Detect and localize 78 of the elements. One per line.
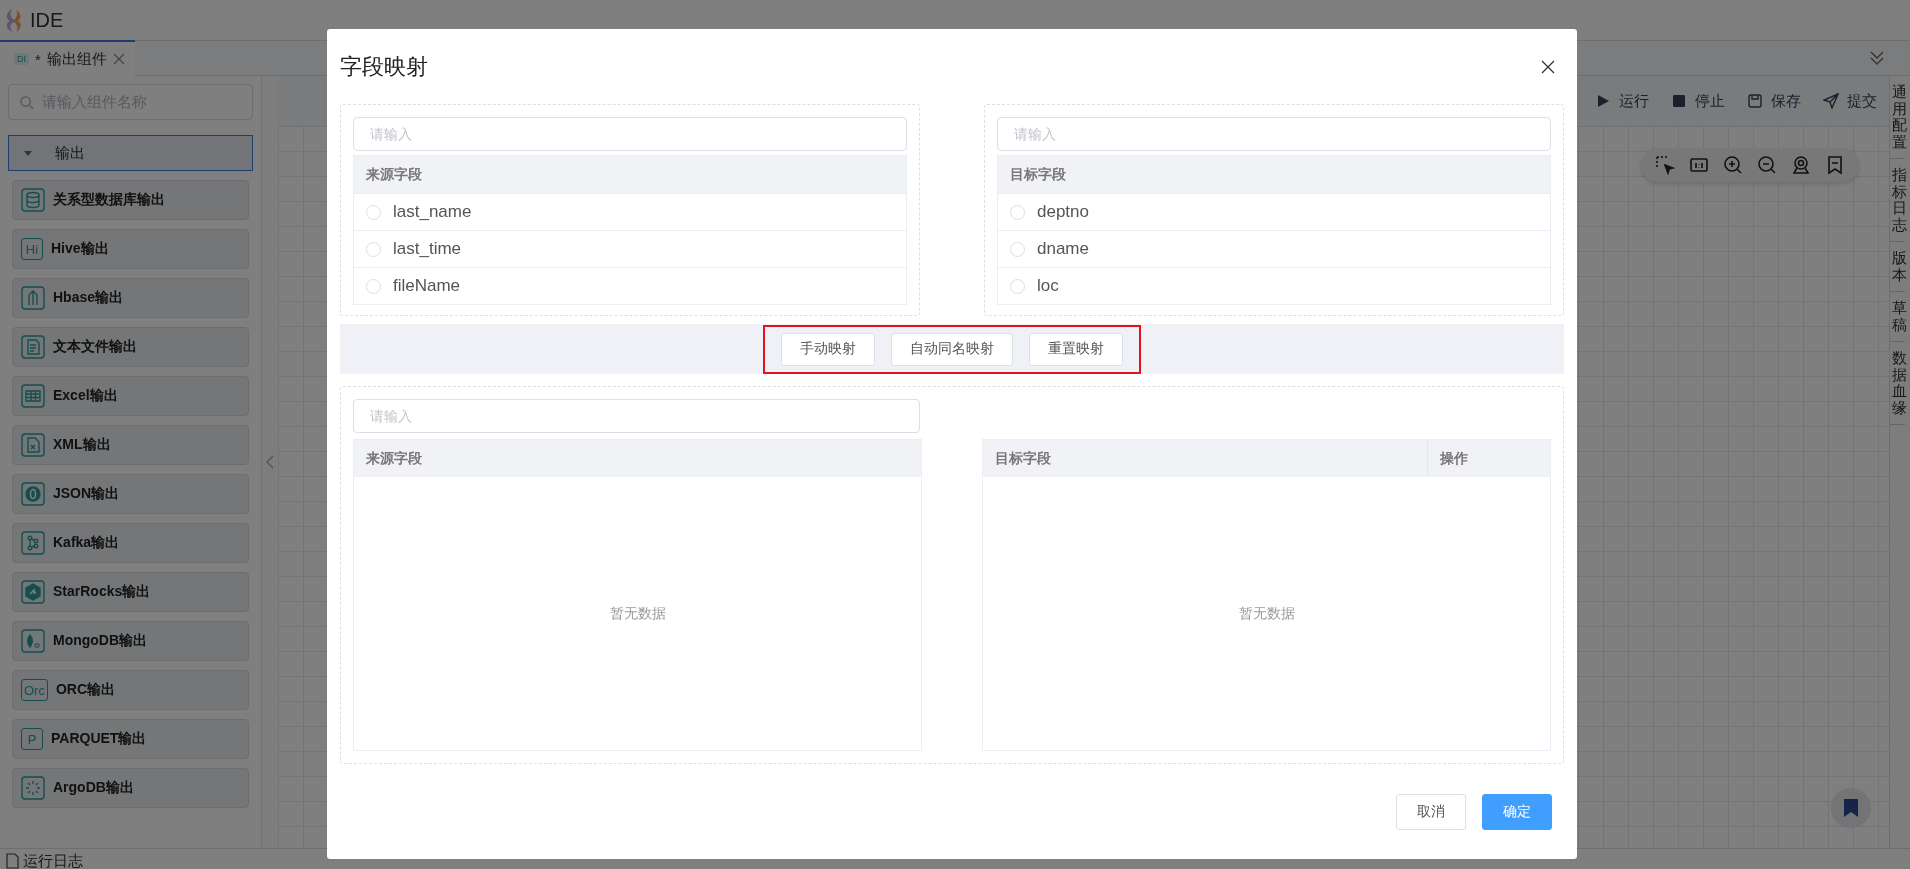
send-icon: [1823, 93, 1839, 109]
component-item[interactable]: Hbase输出: [12, 278, 249, 318]
component-item[interactable]: Orc ORC输出: [12, 670, 249, 710]
field-name: last_time: [393, 239, 462, 259]
locate-icon[interactable]: [1791, 155, 1811, 175]
run-log-label[interactable]: 运行日志: [23, 853, 83, 869]
component-icon: [21, 531, 45, 555]
fit-icon[interactable]: [1689, 155, 1709, 175]
component-icon: [21, 482, 45, 506]
select-area-icon[interactable]: [1655, 155, 1675, 175]
cancel-button[interactable]: 取消: [1396, 793, 1466, 830]
component-item[interactable]: Kafka输出: [12, 523, 249, 563]
editor-tab[interactable]: DI * 输出组件: [0, 40, 135, 76]
search-field[interactable]: 请输入: [997, 117, 1551, 151]
search-icon: [19, 94, 34, 110]
list-header: 目标字段: [998, 156, 1550, 193]
bookmark-icon[interactable]: [1825, 155, 1845, 175]
component-item[interactable]: ArgoDB输出: [12, 768, 249, 808]
app-title: IDE: [30, 8, 64, 32]
field-name: loc: [1037, 276, 1059, 296]
component-item[interactable]: 文本文件输出: [12, 327, 249, 367]
list-header: 来源字段: [354, 156, 906, 193]
component-icon: Hi: [21, 238, 43, 260]
component-icon: [21, 384, 45, 408]
column-header: 来源字段: [365, 448, 423, 468]
stop-icon: [1671, 93, 1687, 109]
toolbar-button[interactable]: 提交: [1823, 91, 1877, 111]
component-item[interactable]: XML输出: [12, 425, 249, 465]
double-chevron-icon[interactable]: [1868, 49, 1886, 67]
dialog-title: 字段映射: [340, 52, 428, 81]
search-field[interactable]: 请输入: [353, 117, 907, 151]
zoom-in-icon[interactable]: [1723, 155, 1743, 175]
mapping-button[interactable]: 重置映射: [1029, 332, 1123, 366]
side-tab[interactable]: 数据血缘: [1890, 342, 1905, 425]
mapping-button[interactable]: 手动映射: [781, 332, 875, 366]
chevron-left-icon[interactable]: [265, 454, 275, 470]
zoom-out-icon[interactable]: [1757, 155, 1777, 175]
component-item[interactable]: StarRocks输出: [12, 572, 249, 612]
floating-button[interactable]: [1831, 788, 1871, 828]
play-icon: [1595, 93, 1611, 109]
component-icon: Orc: [21, 679, 48, 701]
component-icon: P: [21, 728, 43, 750]
component-icon: [21, 335, 45, 359]
field-name: dname: [1037, 239, 1089, 259]
toolbar-button[interactable]: 保存: [1747, 91, 1801, 111]
component-icon: [21, 286, 45, 310]
field-name: last_name: [393, 202, 472, 222]
side-tab[interactable]: 指标日志: [1890, 159, 1905, 242]
field-name: fileName: [393, 276, 461, 296]
side-tab[interactable]: 通用配置: [1890, 76, 1905, 159]
bookmark-icon: [1842, 798, 1860, 818]
column-header: 目标字段: [994, 448, 1052, 468]
component-item[interactable]: Hi Hive输出: [12, 229, 249, 269]
component-item[interactable]: P PARQUET输出: [12, 719, 249, 759]
component-item[interactable]: MongoDB输出: [12, 621, 249, 661]
field-name: deptno: [1037, 202, 1089, 222]
empty-text: 暂无数据: [609, 604, 666, 623]
component-item[interactable]: JSON输出: [12, 474, 249, 514]
component-icon: [21, 629, 45, 653]
component-icon: [21, 433, 45, 457]
tree-group[interactable]: 输出: [8, 135, 253, 171]
toolbar-button[interactable]: 停止: [1671, 91, 1725, 111]
mapping-button[interactable]: 自动同名映射: [891, 332, 1013, 366]
component-icon: [21, 776, 45, 800]
component-icon: [21, 188, 45, 212]
component-icon: [21, 580, 45, 604]
close-icon[interactable]: [1540, 58, 1556, 75]
component-item[interactable]: 关系型数据库输出: [12, 180, 249, 220]
empty-text: 暂无数据: [1238, 604, 1295, 623]
side-tab[interactable]: 草稿: [1890, 292, 1905, 342]
save-icon: [1747, 93, 1763, 109]
confirm-button[interactable]: 确定: [1482, 793, 1552, 830]
component-item[interactable]: Excel输出: [12, 376, 249, 416]
toolbar-button[interactable]: 运行: [1595, 91, 1649, 111]
log-icon: [6, 853, 19, 869]
side-tab[interactable]: 版本: [1890, 242, 1905, 292]
column-header: 操作: [1427, 440, 1550, 477]
search-field[interactable]: 请输入: [353, 399, 920, 433]
